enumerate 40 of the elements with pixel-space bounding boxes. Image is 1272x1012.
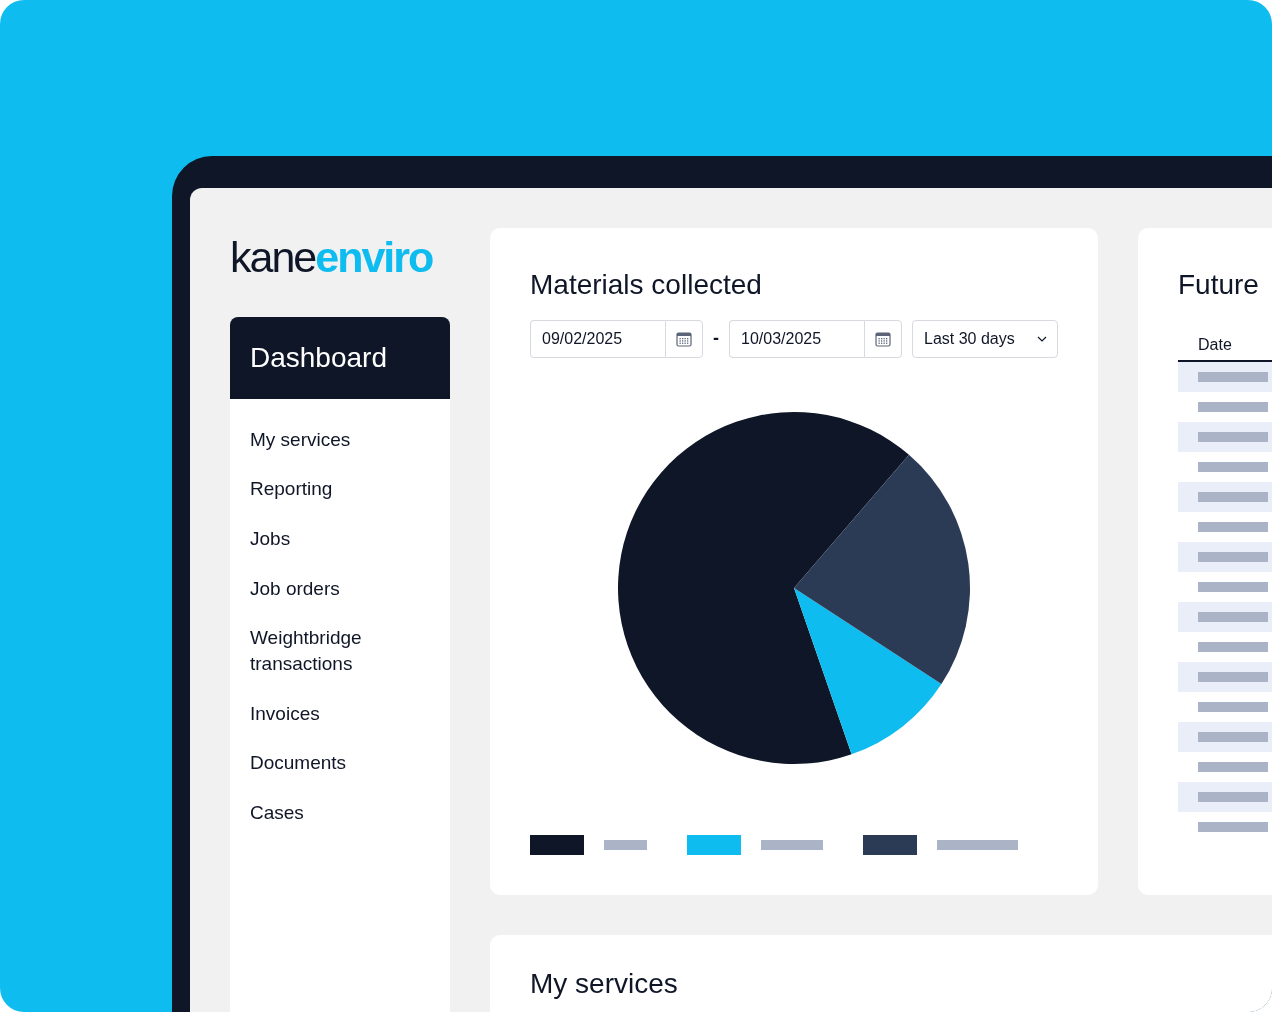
- card-title: My services: [530, 966, 679, 1001]
- range-select[interactable]: Last 30 days: [912, 319, 1058, 358]
- placeholder-bar: [1198, 641, 1268, 652]
- placeholder-bar: [1198, 761, 1268, 772]
- sidebar-item[interactable]: Invoices: [230, 690, 450, 737]
- calendar-icon: [875, 330, 891, 347]
- card-title: Materials collected: [530, 268, 763, 302]
- placeholder-bar: [1198, 521, 1268, 532]
- sidebar-item[interactable]: Job orders: [230, 565, 450, 612]
- placeholder-bar: [1198, 371, 1268, 382]
- placeholder-bar: [1198, 551, 1268, 562]
- chevron-down-icon: [1037, 335, 1047, 342]
- sidebar-item[interactable]: Reporting: [230, 466, 450, 513]
- calendar-button[interactable]: [864, 319, 902, 358]
- placeholder-bar: [760, 839, 824, 850]
- sidebar-item[interactable]: Jobs: [230, 516, 450, 562]
- placeholder-bar: [1198, 491, 1268, 502]
- sidebar-item[interactable]: My services: [230, 416, 450, 463]
- placeholder-bar: [1198, 731, 1268, 742]
- placeholder-bar: [1198, 701, 1268, 712]
- placeholder-bar: [1198, 821, 1268, 832]
- placeholder-bar: [1198, 431, 1268, 442]
- placeholder-bar: [1198, 611, 1268, 622]
- date-separator: -: [713, 328, 719, 350]
- placeholder-bar: [1198, 461, 1268, 472]
- sidebar-item[interactable]: Cases: [230, 789, 450, 836]
- date-field[interactable]: 10/03/2025: [729, 319, 864, 358]
- sidebar-item[interactable]: Dashboard: [230, 317, 450, 399]
- placeholder-bar: [1198, 791, 1268, 802]
- placeholder-bar: [603, 839, 647, 850]
- date-field[interactable]: 09/02/2025: [530, 319, 665, 358]
- calendar-icon: [676, 330, 692, 347]
- logo: kaneenviro: [230, 236, 434, 279]
- placeholder-bar: [1198, 671, 1268, 682]
- placeholder-bar: [1198, 581, 1268, 592]
- placeholder-bar: [1198, 401, 1268, 412]
- card-title: Future: [1178, 268, 1260, 302]
- calendar-button[interactable]: [665, 319, 703, 358]
- sidebar-item[interactable]: Documents: [230, 740, 450, 786]
- sidebar-item[interactable]: Weightbridge transactions: [230, 615, 450, 687]
